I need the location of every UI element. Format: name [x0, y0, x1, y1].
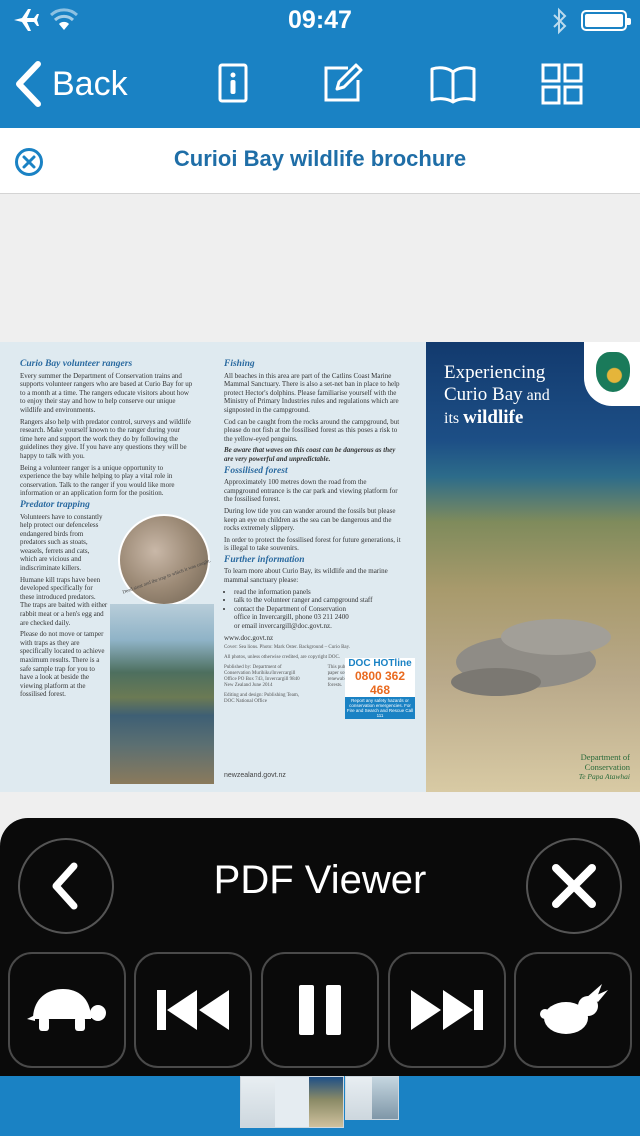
- back-button[interactable]: Back: [14, 60, 128, 108]
- speed-up-button[interactable]: [514, 952, 632, 1068]
- navigation-bar: Back: [0, 40, 640, 128]
- heading-further-information: Further information: [224, 554, 305, 565]
- list-item: read the information panels: [234, 588, 402, 597]
- doc-hotline-box: DOC HOTline 0800 362 468 Report any safe…: [345, 658, 415, 719]
- brochure-column-middle: Fishing All beaches in this area are par…: [224, 358, 402, 709]
- heading-fossilised-forest: Fossilised forest: [224, 465, 288, 476]
- paragraph: Volunteers have to constantly help prote…: [20, 512, 103, 573]
- cover-credit: Cover: Sea lions. Photo: Mark Oster. Bac…: [224, 645, 351, 651]
- close-viewer-button[interactable]: [526, 838, 622, 934]
- skip-forward-icon: [411, 990, 483, 1030]
- cover-line: Experiencing: [444, 362, 546, 383]
- back-label: Back: [52, 64, 128, 103]
- paragraph: To learn more about Curio Bay, its wildl…: [224, 567, 388, 585]
- hotline-note: Report any safety hazards or conservatio…: [345, 697, 415, 719]
- paragraph: Rangers also help with predator control,…: [20, 417, 191, 460]
- paragraph: In order to protect the fossilised fores…: [224, 535, 401, 553]
- paragraph: All beaches in this area are part of the…: [224, 371, 400, 414]
- paragraph: Being a volunteer ranger is a unique opp…: [20, 463, 175, 498]
- cover-line: Curio Bay: [444, 384, 523, 405]
- hotline-number: 0800 362 468: [354, 669, 406, 697]
- document-title: Curioi Bay wildlife brochure: [173, 146, 467, 171]
- paragraph: Be aware that waves on this coast can be…: [224, 446, 396, 463]
- paragraph: Approximately 100 metres down the road f…: [224, 478, 398, 504]
- status-time: 09:47: [288, 6, 352, 34]
- viewer-title: PDF Viewer: [213, 858, 427, 902]
- info-list: read the information panels talk to the …: [234, 588, 402, 631]
- hotline-label: DOC HOTline: [348, 658, 412, 669]
- cover-line: and: [522, 387, 550, 404]
- top-bar: 09:47 Back: [0, 0, 640, 128]
- coastline-photo: [110, 604, 214, 784]
- dept-line: Department of: [580, 752, 630, 762]
- book-icon[interactable]: [430, 62, 476, 106]
- grid-icon[interactable]: [540, 62, 584, 106]
- document-title-bar: Curioi Bay wildlife brochure: [0, 128, 640, 194]
- previous-button[interactable]: [18, 838, 114, 934]
- doc-logo: [584, 342, 640, 406]
- paragraph: Humane kill traps have been developed sp…: [20, 575, 108, 627]
- page-thumbnail-2[interactable]: [345, 1076, 399, 1120]
- pause-button[interactable]: [261, 952, 379, 1068]
- close-icon: [552, 864, 596, 908]
- paragraph: During low tide you can wander around th…: [224, 506, 396, 533]
- tortoise-icon: [27, 989, 106, 1031]
- hare-icon: [540, 984, 608, 1034]
- dept-maori-name: Te Papa Atawhai: [578, 772, 630, 781]
- bluetooth-icon: [551, 7, 569, 40]
- slow-down-button[interactable]: [8, 952, 126, 1068]
- battery-icon: [581, 10, 631, 31]
- heading-predator-trapping: Predator trapping: [20, 499, 90, 510]
- edit-icon[interactable]: [320, 62, 364, 106]
- paragraph: Every summer the Department of Conservat…: [20, 371, 193, 414]
- paragraph: Cod can be caught from the rocks around …: [224, 417, 400, 443]
- dept-line: Conservation: [584, 762, 630, 772]
- skip-back-button[interactable]: [134, 952, 252, 1068]
- sea-lions-illustration: [451, 619, 611, 696]
- website: www.doc.govt.nz: [224, 633, 274, 642]
- pause-icon: [299, 985, 341, 1035]
- list-item: contact the Department of Conservation o…: [234, 605, 352, 631]
- heading-fishing: Fishing: [224, 359, 255, 369]
- list-item: talk to the volunteer ranger and campgro…: [234, 596, 402, 605]
- brochure-cover: Experiencing Curio Bay and its wildlife …: [426, 342, 640, 792]
- pdf-viewer-panel: PDF Viewer: [0, 818, 640, 1076]
- cover-line: its: [444, 410, 464, 427]
- nz-govt-logo: newzealand.govt.nz: [224, 772, 286, 779]
- pdf-page[interactable]: Curio Bay volunteer rangers Every summer…: [0, 342, 640, 792]
- status-bar: 09:47: [0, 0, 640, 40]
- paragraph: Please do not move or tamper with traps …: [20, 630, 105, 699]
- editing-credit: Editing and design: Publishing Team, DOC…: [224, 693, 299, 705]
- skip-back-icon: [157, 990, 229, 1030]
- heading-volunteer-rangers: Curio Bay volunteer rangers: [20, 359, 133, 369]
- info-page-icon[interactable]: [211, 62, 255, 106]
- page-thumbnail-1[interactable]: [240, 1076, 344, 1128]
- chevron-left-icon: [52, 862, 78, 910]
- cover-heading: Experiencing Curio Bay and its wildlife: [444, 362, 594, 430]
- skip-forward-button[interactable]: [388, 952, 506, 1068]
- department-of-conservation-label: Department of Conservation Te Papa Atawh…: [579, 752, 630, 782]
- chevron-left-icon: [16, 61, 41, 107]
- cover-line: wildlife: [463, 407, 524, 428]
- published-by: Published by: Department of Conservation…: [224, 665, 300, 689]
